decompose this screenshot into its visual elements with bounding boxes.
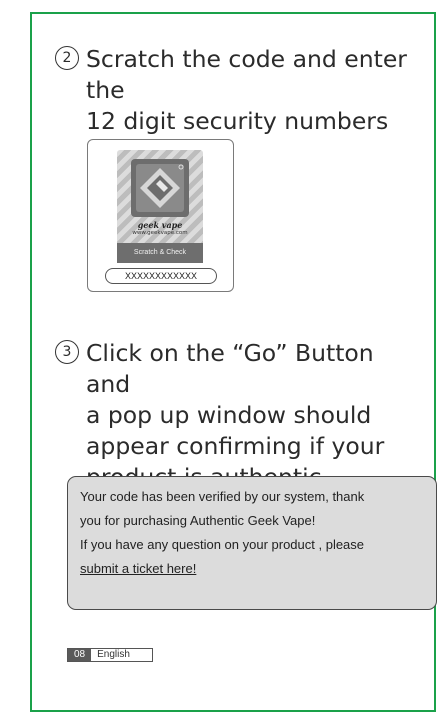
step-3-instruction: 3 Click on the “Go” Button and a pop up … <box>55 338 415 493</box>
language-label: English <box>91 649 152 661</box>
submit-ticket-link[interactable]: submit a ticket here! <box>80 557 424 581</box>
geekvape-logo-icon <box>131 159 189 217</box>
brand-name: geek vape <box>137 220 183 230</box>
step-3-text: Click on the “Go” Button and a pop up wi… <box>86 339 385 491</box>
popup-line-1: Your code has been verified by our syste… <box>80 489 365 504</box>
security-card-illustration: geek vape www.geekvape.com Scratch & Che… <box>87 139 234 292</box>
popup-line-3: If you have any question on your product… <box>80 537 365 552</box>
security-code-field: XXXXXXXXXXXX <box>105 268 217 284</box>
step-2-number: 2 <box>55 46 79 70</box>
brand-website: www.geekvape.com <box>132 230 188 236</box>
step-3-number: 3 <box>55 340 79 364</box>
verification-popup: Your code has been verified by our syste… <box>67 476 437 610</box>
popup-line-2: you for purchasing Authentic Geek Vape! <box>80 513 316 528</box>
page-number: 08 <box>68 649 92 661</box>
scratch-sticker: geek vape www.geekvape.com Scratch & Che… <box>117 150 203 263</box>
page-footer: 08 English <box>67 648 153 662</box>
scratch-label: Scratch & Check <box>117 243 203 263</box>
